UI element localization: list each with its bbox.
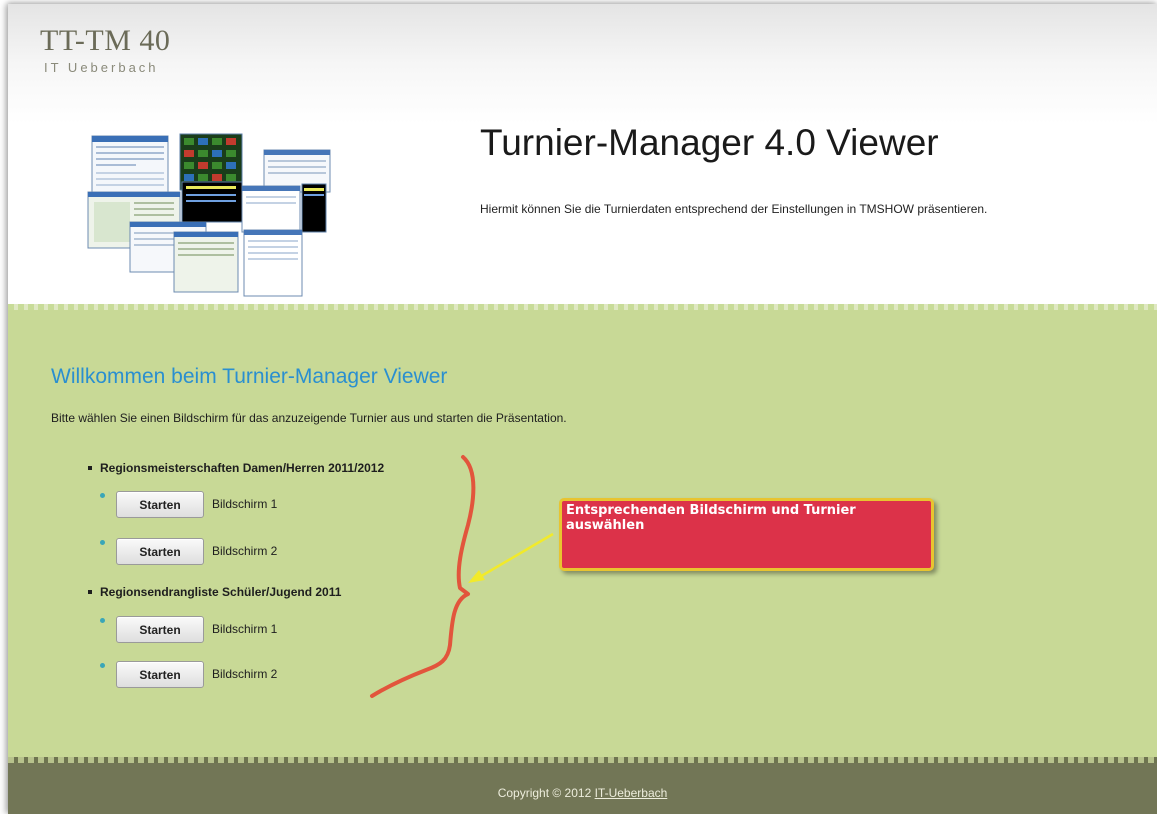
page-header: TT-TM 40 IT Ueberbach Turnier-Manager 4.… (8, 4, 1157, 306)
tournament-item: Regionsmeisterschaften Damen/Herren 2011… (88, 461, 384, 475)
page-footer: Copyright © 2012 IT-Ueberbach (8, 763, 1157, 814)
screenshot-window-10 (243, 229, 303, 297)
tournament-item: Regionsendrangliste Schüler/Jugend 2011 (88, 585, 341, 599)
intro-text: Bitte wählen Sie einen Bildschirm für da… (51, 411, 567, 425)
bullet-square-icon (88, 589, 92, 594)
bullet-dot-icon (100, 663, 105, 668)
welcome-heading: Willkommen beim Turnier-Manager Viewer (51, 365, 448, 388)
footer-company-link[interactable]: IT-Ueberbach (595, 786, 668, 800)
screen-label: Bildschirm 1 (212, 622, 278, 636)
screen-label: Bildschirm 2 (212, 667, 278, 681)
screenshots-collage-svg (74, 128, 366, 300)
start-button[interactable]: Starten (116, 661, 204, 688)
tournament-name: Regionsendrangliste Schüler/Jugend 2011 (100, 585, 342, 599)
bullet-square-icon (88, 465, 92, 470)
site-logo-title: TT-TM 40 (40, 24, 171, 57)
annotation-brace-line (370, 455, 476, 698)
tournament-name: Regionsmeisterschaften Damen/Herren 2011… (100, 461, 385, 475)
screenshots-collage-image (74, 128, 366, 300)
annotation-arrow-head (468, 570, 485, 583)
page-frame: TT-TM 40 IT Ueberbach Turnier-Manager 4.… (8, 4, 1157, 814)
bullet-dot-icon (100, 493, 105, 498)
bullet-dot-icon (100, 618, 105, 623)
screenshot-window-7 (301, 183, 327, 233)
footer-copyright: Copyright © 2012 IT-Ueberbach (8, 786, 1157, 800)
screen-label: Bildschirm 2 (212, 544, 278, 558)
page-heading: Turnier-Manager 4.0 Viewer (480, 122, 939, 163)
screen-label: Bildschirm 1 (212, 497, 278, 511)
site-logo-subtitle: IT Ueberbach (44, 60, 159, 75)
bullet-dot-icon (100, 540, 105, 545)
page-subheading: Hiermit können Sie die Turnierdaten ents… (480, 202, 988, 216)
screenshot-window-5 (181, 181, 243, 223)
start-button[interactable]: Starten (116, 491, 204, 518)
start-button[interactable]: Starten (116, 616, 204, 643)
annotation-callout: Entsprechenden Bildschirm und Turnier au… (559, 498, 934, 571)
screenshot-window-6 (241, 185, 301, 233)
annotation-arrow-line (477, 532, 554, 580)
screenshot-window-9 (173, 231, 239, 293)
main-content: Willkommen beim Turnier-Manager Viewer B… (8, 310, 1157, 757)
start-button[interactable]: Starten (116, 538, 204, 565)
copyright-text: Copyright © 2012 (497, 786, 592, 800)
